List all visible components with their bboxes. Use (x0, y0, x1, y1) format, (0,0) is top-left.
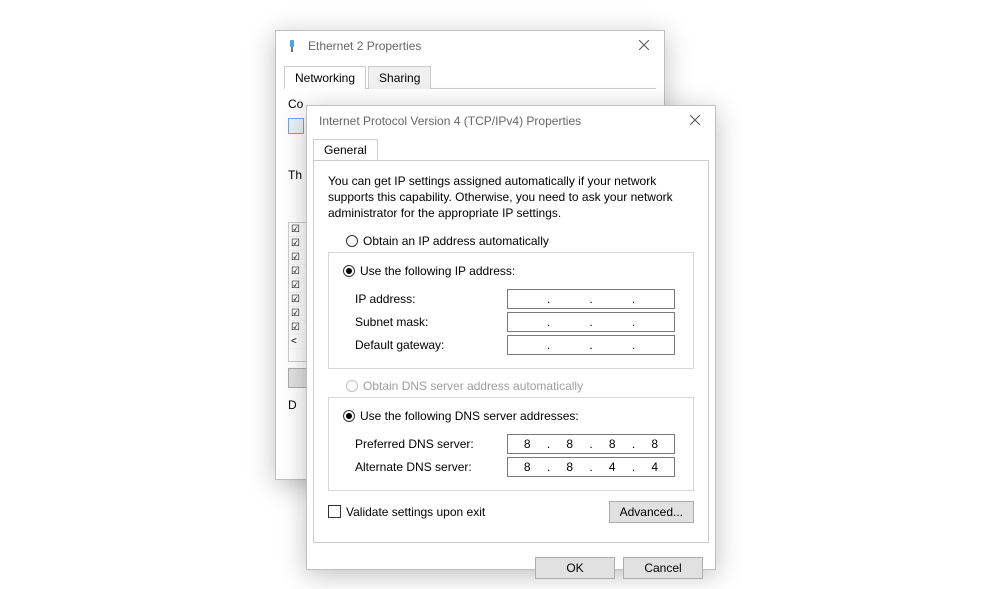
validate-settings-checkbox[interactable]: Validate settings upon exit (328, 505, 485, 519)
general-panel: You can get IP settings assigned automat… (313, 160, 709, 543)
close-icon[interactable] (624, 31, 664, 59)
tab-networking[interactable]: Networking (284, 66, 366, 89)
dns-group: Use the following DNS server addresses: … (328, 397, 694, 491)
ipv4-title: Internet Protocol Version 4 (TCP/IPv4) P… (315, 114, 707, 128)
preferred-dns-label: Preferred DNS server: (339, 437, 507, 451)
tab-general[interactable]: General (313, 139, 378, 160)
ip-address-input[interactable]: . . . (507, 289, 675, 309)
radio-obtain-ip-auto[interactable]: Obtain an IP address automatically (346, 234, 694, 248)
subnet-mask-label: Subnet mask: (339, 315, 507, 329)
tab-sharing[interactable]: Sharing (368, 66, 431, 89)
radio-icon (346, 235, 358, 247)
ethernet-title: Ethernet 2 Properties (304, 39, 656, 53)
preferred-dns-input[interactable]: 8. 8. 8. 8 (507, 434, 675, 454)
ethernet-tabstrip: Networking Sharing (284, 65, 656, 89)
ipv4-tabstrip: General (313, 139, 709, 160)
checkbox-icon (328, 505, 341, 518)
alternate-dns-label: Alternate DNS server: (339, 460, 507, 474)
gateway-label: Default gateway: (339, 338, 507, 352)
ip-address-group: Use the following IP address: IP address… (328, 252, 694, 369)
description-text: You can get IP settings assigned automat… (328, 173, 694, 222)
close-icon[interactable] (675, 106, 715, 134)
gateway-input[interactable]: . . . (507, 335, 675, 355)
ipv4-titlebar[interactable]: Internet Protocol Version 4 (TCP/IPv4) P… (307, 106, 715, 136)
advanced-button[interactable]: Advanced... (609, 501, 694, 523)
ipv4-properties-dialog: Internet Protocol Version 4 (TCP/IPv4) P… (306, 105, 716, 570)
radio-use-ip-label: Use the following IP address: (360, 264, 515, 278)
adapter-card-icon (288, 118, 304, 134)
radio-use-ip[interactable]: Use the following IP address: (343, 264, 519, 278)
ethernet-titlebar[interactable]: Ethernet 2 Properties (276, 31, 664, 61)
ip-address-label: IP address: (339, 292, 507, 306)
subnet-mask-input[interactable]: . . . (507, 312, 675, 332)
alternate-dns-input[interactable]: 8. 8. 4. 4 (507, 457, 675, 477)
radio-icon (343, 265, 355, 277)
validate-settings-label: Validate settings upon exit (346, 505, 485, 519)
radio-use-dns-label: Use the following DNS server addresses: (360, 409, 579, 423)
radio-icon (343, 410, 355, 422)
radio-obtain-ip-auto-label: Obtain an IP address automatically (363, 234, 549, 248)
radio-use-dns[interactable]: Use the following DNS server addresses: (343, 409, 583, 423)
radio-icon (346, 380, 358, 392)
ok-button[interactable]: OK (535, 557, 615, 579)
radio-obtain-dns-auto: Obtain DNS server address automatically (346, 379, 694, 393)
network-adapter-icon (284, 38, 300, 54)
radio-obtain-dns-auto-label: Obtain DNS server address automatically (363, 379, 583, 393)
cancel-button[interactable]: Cancel (623, 557, 703, 579)
